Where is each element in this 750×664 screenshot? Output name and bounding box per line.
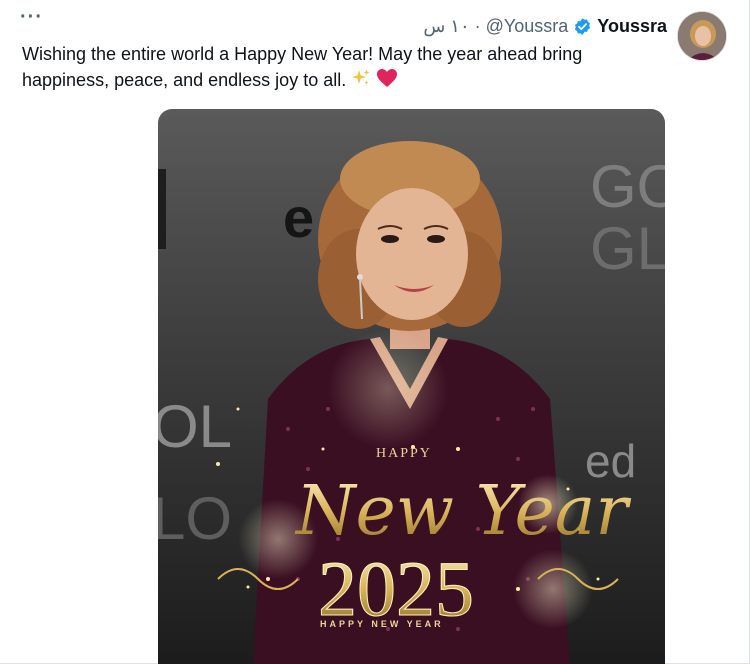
backdrop-text: GL: [590, 215, 665, 282]
backdrop-text: e: [283, 186, 314, 249]
backdrop-text: LO: [158, 485, 232, 552]
backdrop-text: OL: [158, 393, 232, 460]
red-heart-icon: [376, 68, 398, 95]
tweet-timestamp[interactable]: ١٠ س: [423, 16, 469, 37]
poster-happy-text: HAPPY: [376, 446, 432, 461]
author-handle[interactable]: @Youssra: [486, 16, 569, 37]
tweet-text-line-2-body: happiness, peace, and endless joy to all…: [22, 70, 347, 90]
tweet-text-line-2: happiness, peace, and endless joy to all…: [22, 67, 662, 95]
avatar[interactable]: [677, 11, 727, 61]
poster-new-year-text: New Year: [294, 472, 631, 551]
more-options-button[interactable]: ···: [20, 6, 43, 29]
tweet-text-line-1: Wishing the entire world a Happy New Yea…: [22, 44, 583, 64]
verified-badge-icon: [573, 17, 592, 36]
author-name[interactable]: Youssra: [597, 16, 667, 37]
tweet-header: Youssra @Youssra · ١٠ س: [423, 14, 667, 38]
tweet-media-image[interactable]: GO GL e ed OL LO HAPPY New Year 2025 HAP…: [158, 109, 665, 664]
sparkles-icon: [351, 68, 371, 95]
tweet-text: Wishing the entire world a Happy New Yea…: [22, 41, 662, 95]
poster-caption-text: HAPPY NEW YEAR: [320, 619, 444, 629]
separator-dot: ·: [474, 15, 481, 36]
backdrop-text: GO: [590, 153, 665, 220]
tweet-card: ··· Youssra @Youssra · ١٠ س Wishing the …: [0, 0, 750, 664]
new-year-poster: GO GL e ed OL LO HAPPY New Year 2025 HAP…: [158, 141, 665, 664]
